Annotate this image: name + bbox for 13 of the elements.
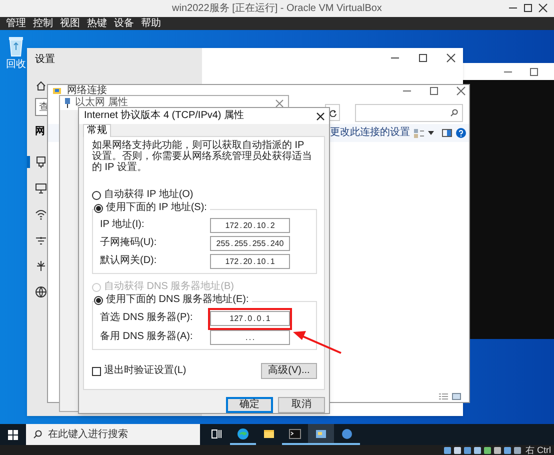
description-text: 如果网络支持此功能，则可以获取自动指派的 IP 设置。否则，你需要从网络系统管理员处获得适当的 IP 设置。 <box>92 140 313 173</box>
window-title: 设置 <box>35 52 56 66</box>
field-label: 默认网关(D): <box>100 255 158 267</box>
host-key-label: 右 Ctrl <box>526 445 551 455</box>
field-label: 子网掩码(U): <box>100 237 158 249</box>
window-title: 以太网 属性 <box>75 97 128 109</box>
section-heading: 网 <box>35 126 45 138</box>
window-title: 网络连接 <box>67 86 107 96</box>
dialog-title: Internet 协议版本 4 (TCP/IPv4) 属性 <box>84 110 244 122</box>
window-title: win2022服务 [正在运行] - Oracle VM VirtualBox <box>172 2 382 16</box>
field-label: 首选 DNS 服务器(P): <box>100 312 194 324</box>
field-label: 备用 DNS 服务器(A): <box>100 331 194 343</box>
field-label: IP 地址(I): <box>100 219 146 231</box>
